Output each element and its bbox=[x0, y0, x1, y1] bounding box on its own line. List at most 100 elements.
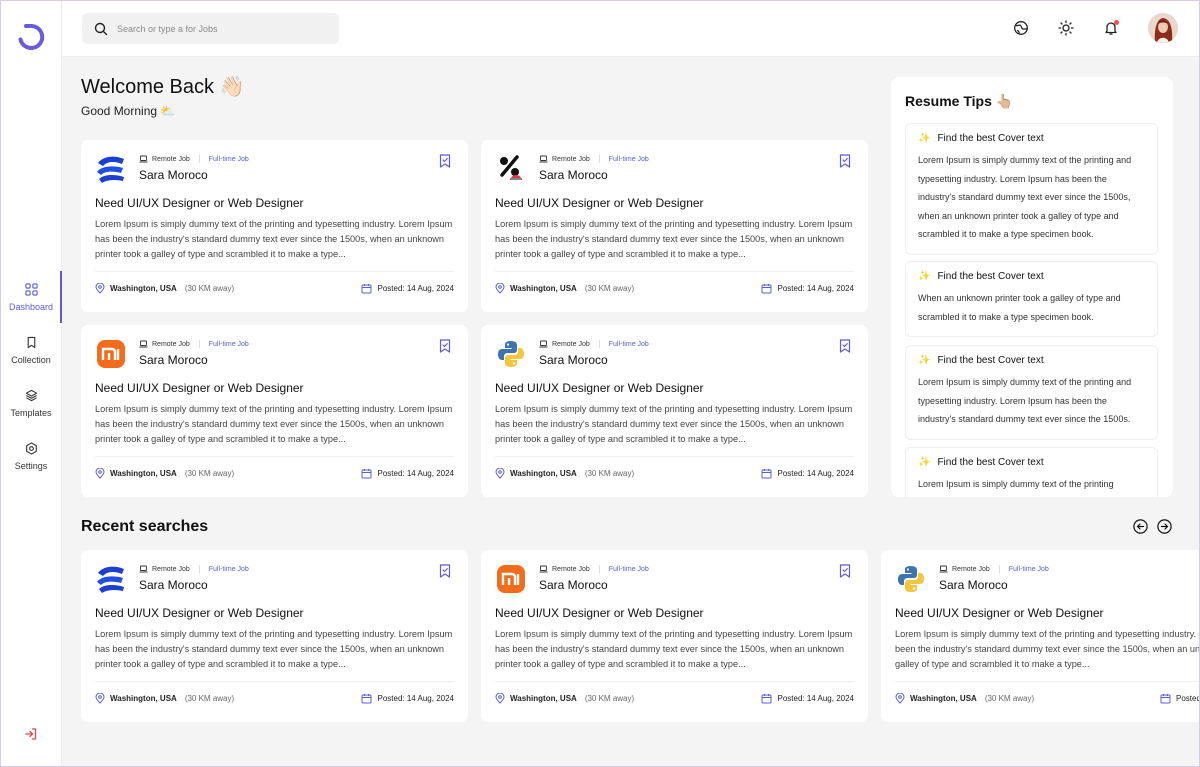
job-tags: Remote Job Full-time Job bbox=[139, 155, 249, 163]
job-description: Lorem Ipsum is simply dummy text of the … bbox=[95, 404, 453, 444]
job-posted-date: Posted: 14 Aug, 2024 bbox=[361, 283, 454, 294]
sidebar-item-templates[interactable]: Templates bbox=[0, 377, 62, 429]
tip-text: Lorem Ipsum is simply dummy text of the … bbox=[918, 377, 1132, 424]
tip-card[interactable]: ✨ Find the best Cover text When an unknow… bbox=[905, 261, 1158, 337]
company-name: Sara Moroco bbox=[139, 168, 208, 182]
avatar[interactable] bbox=[1148, 13, 1178, 43]
top-bar bbox=[62, 0, 1200, 57]
job-type-tag: Full-time Job bbox=[208, 155, 249, 163]
avatar-image bbox=[1148, 13, 1178, 43]
sparkle-icon: ✨ bbox=[918, 457, 931, 468]
job-tags: Remote Job Full-time Job bbox=[139, 340, 249, 348]
job-location: Washington, USA (30 KM away) bbox=[95, 468, 234, 479]
job-type-tag: Full-time Job bbox=[608, 155, 649, 163]
bookmark-icon bbox=[27, 336, 35, 348]
job-tags: Remote Job Full-time Job bbox=[539, 155, 649, 163]
job-tags: Remote Job Full-time Job bbox=[539, 340, 649, 348]
remote-tag: Remote Job bbox=[139, 340, 190, 348]
sun-icon[interactable] bbox=[1058, 20, 1074, 36]
calendar-icon bbox=[361, 284, 372, 294]
logout-icon[interactable] bbox=[24, 727, 38, 741]
tip-card[interactable]: ✨ Find the best Cover text Lorem Ipsum is… bbox=[905, 345, 1158, 440]
tip-title: Find the best Cover text bbox=[937, 457, 1044, 468]
job-card[interactable]: Remote Job Full-time Job Sara Moroco Nee… bbox=[81, 325, 468, 497]
remote-tag: Remote Job bbox=[139, 565, 190, 573]
bookmark-check-icon[interactable] bbox=[439, 154, 451, 168]
globe-icon[interactable] bbox=[1013, 20, 1029, 36]
job-title: Need UI/UX Designer or Web Designer bbox=[495, 606, 704, 620]
python-logo-icon bbox=[898, 566, 924, 592]
job-title: Need UI/UX Designer or Web Designer bbox=[895, 606, 1104, 620]
job-posted-date: Posted: 14 Aug, 2024 bbox=[761, 693, 854, 704]
python-logo-icon bbox=[498, 341, 524, 367]
calendar-icon bbox=[761, 284, 772, 294]
job-type-tag: Full-time Job bbox=[1008, 565, 1049, 573]
search-icon bbox=[94, 22, 108, 35]
arrow-left-icon[interactable] bbox=[1133, 519, 1148, 534]
sidebar-item-collection[interactable]: Collection bbox=[0, 324, 62, 376]
job-card[interactable]: Remote Job Full-time Job Sara Moroco Nee… bbox=[81, 140, 468, 312]
job-title: Need UI/UX Designer or Web Designer bbox=[95, 196, 304, 210]
laptop-icon bbox=[139, 340, 148, 348]
job-description: Lorem Ipsum is simply dummy text of the … bbox=[895, 629, 1200, 669]
tip-card[interactable]: ✨ Find the best Cover text Lorem Ipsum is… bbox=[905, 447, 1158, 497]
company-name: Sara Moroco bbox=[139, 578, 208, 592]
laptop-icon bbox=[139, 565, 148, 573]
search-bar[interactable] bbox=[82, 13, 339, 44]
job-title: Need UI/UX Designer or Web Designer bbox=[495, 196, 704, 210]
resume-tips-panel[interactable]: Resume Tips 👆🏼 ✨ Find the best Cover text… bbox=[891, 77, 1173, 497]
bookmark-check-icon[interactable] bbox=[839, 564, 851, 578]
recent-job-card[interactable]: Remote Job Full-time Job Sara Moroco Nee… bbox=[881, 550, 1200, 722]
location-pin-icon bbox=[495, 468, 505, 479]
recent-job-card[interactable]: Remote Job Full-time Job Sara Moroco Nee… bbox=[481, 550, 868, 722]
sidebar-nav: Dashboard Collection Templates Settings bbox=[0, 271, 62, 483]
job-card[interactable]: Remote Job Full-time Job Sara Moroco Nee… bbox=[481, 140, 868, 312]
gear-icon bbox=[25, 441, 37, 455]
tip-title: Find the best Cover text bbox=[937, 355, 1044, 366]
job-description: Lorem Ipsum is simply dummy text of the … bbox=[495, 219, 853, 259]
job-description: Lorem Ipsum is simply dummy text of the … bbox=[495, 629, 853, 669]
laptop-icon bbox=[939, 565, 948, 573]
job-description: Lorem Ipsum is simply dummy text of the … bbox=[95, 219, 453, 259]
carousel-controls bbox=[1133, 519, 1172, 534]
notifications-button[interactable] bbox=[1103, 20, 1119, 36]
bookmark-check-icon[interactable] bbox=[839, 339, 851, 353]
location-pin-icon bbox=[495, 693, 505, 704]
bookmark-check-icon[interactable] bbox=[439, 564, 451, 578]
location-pin-icon bbox=[495, 283, 505, 294]
app-logo[interactable] bbox=[17, 23, 45, 51]
recent-job-card[interactable]: Remote Job Full-time Job Sara Moroco Nee… bbox=[81, 550, 468, 722]
calendar-icon bbox=[361, 469, 372, 479]
company-name: Sara Moroco bbox=[139, 353, 208, 367]
bookmark-check-icon[interactable] bbox=[839, 154, 851, 168]
job-posted-date: Posted: 14 Aug, 2024 bbox=[761, 468, 854, 479]
tip-title: Find the best Cover text bbox=[937, 133, 1044, 144]
job-type-tag: Full-time Job bbox=[208, 340, 249, 348]
job-title: Need UI/UX Designer or Web Designer bbox=[95, 381, 304, 395]
arrow-right-icon[interactable] bbox=[1157, 519, 1172, 534]
job-tags: Remote Job Full-time Job bbox=[539, 565, 649, 573]
location-pin-icon bbox=[95, 693, 105, 704]
search-input[interactable] bbox=[117, 23, 317, 34]
job-description: Lorem Ipsum is simply dummy text of the … bbox=[95, 629, 453, 669]
company-name: Sara Moroco bbox=[939, 578, 1008, 592]
page-title: Welcome Back 👋🏻 bbox=[81, 76, 245, 98]
tip-text: Lorem Ipsum is simply dummy text of the … bbox=[918, 479, 1114, 489]
tip-card[interactable]: ✨ Find the best Cover text Lorem Ipsum is… bbox=[905, 123, 1158, 255]
sidebar-item-dashboard[interactable]: Dashboard bbox=[0, 271, 62, 323]
job-card[interactable]: Remote Job Full-time Job Sara Moroco Nee… bbox=[481, 325, 868, 497]
job-tags: Remote Job Full-time Job bbox=[139, 565, 249, 573]
laptop-icon bbox=[539, 565, 548, 573]
layers-icon bbox=[25, 389, 37, 401]
mi-logo-icon bbox=[97, 340, 125, 368]
job-location: Washington, USA (30 KM away) bbox=[495, 283, 634, 294]
remote-tag: Remote Job bbox=[939, 565, 990, 573]
location-pin-icon bbox=[95, 283, 105, 294]
tip-text: Lorem Ipsum is simply dummy text of the … bbox=[918, 155, 1132, 239]
sidebar-item-settings[interactable]: Settings bbox=[0, 430, 62, 482]
job-tags: Remote Job Full-time Job bbox=[939, 565, 1049, 573]
mi-logo-icon bbox=[497, 565, 525, 593]
top-actions bbox=[1013, 13, 1178, 43]
company-name: Sara Moroco bbox=[539, 578, 608, 592]
bookmark-check-icon[interactable] bbox=[439, 339, 451, 353]
